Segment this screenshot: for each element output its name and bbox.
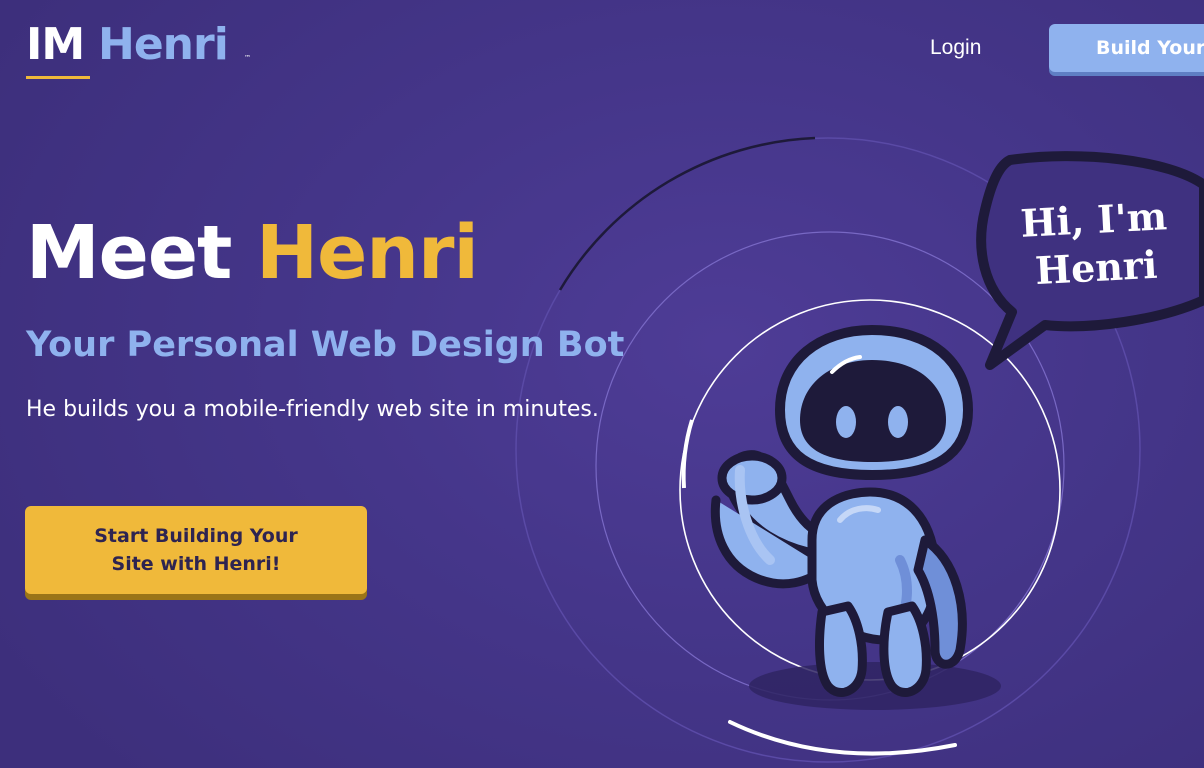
outer-ring-arc (558, 136, 816, 291)
speech-bubble-line-1: Hi, I'm (1019, 193, 1168, 246)
hero-title: Meet Henri (26, 205, 479, 301)
logo-underline (26, 76, 90, 79)
speech-bubble-line-2: Henri (1034, 241, 1159, 294)
login-link[interactable]: Login (930, 34, 981, 62)
logo-trademark: ™ (244, 54, 251, 62)
middle-ring (595, 231, 1065, 701)
hero-subtitle: Your Personal Web Design Bot (26, 325, 625, 365)
logo-henri-text: Henri (98, 19, 229, 70)
hero-description: He builds you a mobile-friendly web site… (26, 397, 599, 422)
speech-bubble-text: Hi, I'm Henri (1018, 192, 1173, 296)
hero-title-henri: Henri (256, 210, 479, 296)
robot-shadow (749, 662, 1001, 710)
robot-mascot-icon (710, 325, 973, 697)
bottom-arc (728, 720, 957, 756)
hero-illustration (515, 136, 1204, 763)
logo-im-text: IM (26, 19, 85, 70)
inner-ring (679, 299, 1061, 681)
cta-line-1: Start Building Your (94, 525, 298, 547)
hero-title-meet: Meet (26, 210, 257, 296)
inner-ring-thick-arc (681, 419, 694, 489)
cta-line-2: Site with Henri! (111, 553, 281, 575)
site-logo[interactable]: IM Henri ™ (26, 16, 266, 80)
build-your-site-button[interactable]: Build Your Site (1049, 24, 1204, 72)
start-building-button[interactable]: Start Building Your Site with Henri! (25, 506, 367, 594)
